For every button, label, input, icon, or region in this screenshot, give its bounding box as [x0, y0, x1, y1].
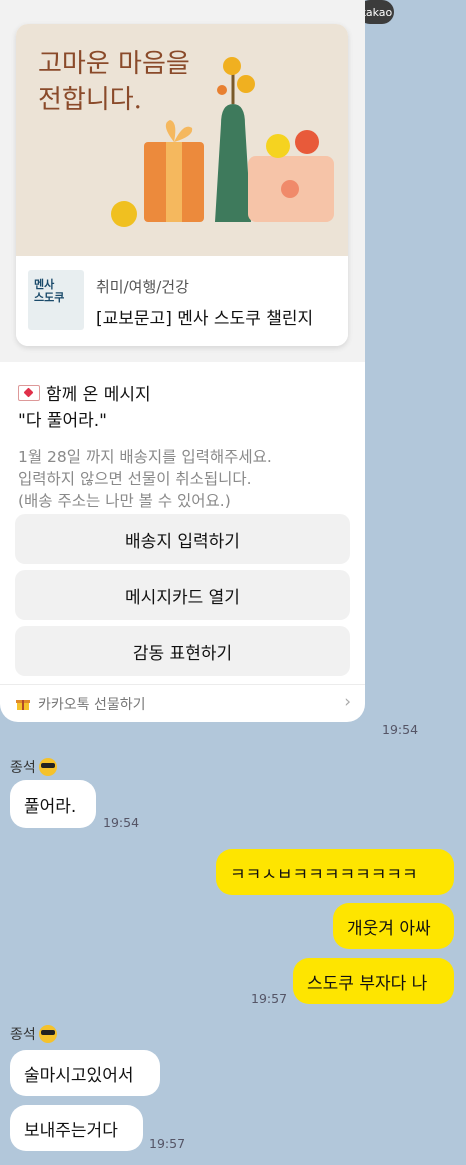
gift-message-card[interactable]: 고마운 마음을 전합니다. 멘사 스도쿠 취미/여행/건강 [교보문고] 멘사 …: [0, 0, 365, 722]
timestamp: 19:57: [149, 1136, 186, 1151]
gift-box-icon: [16, 700, 30, 710]
envelope-heart-icon: [18, 384, 40, 401]
product-thumbnail: 멘사 스도쿠: [28, 270, 84, 330]
timestamp: 19:54: [382, 722, 419, 737]
chat-bubble-sent[interactable]: 개웃겨 아싸: [333, 903, 454, 949]
chat-bubble-sent[interactable]: 스도쿠 부자다 나: [293, 958, 454, 1004]
product-info[interactable]: 멘사 스도쿠 취미/여행/건강 [교보문고] 멘사 스도쿠 챌린지: [16, 256, 348, 346]
sender-name: 종석: [10, 1024, 57, 1044]
chat-bubble-received[interactable]: 보내주는거다: [10, 1105, 143, 1151]
product-name: [교보문고] 멘사 스도쿠 챌린지: [96, 309, 314, 329]
chat-bubble-sent[interactable]: ㅋㅋㅅㅂㅋㅋㅋㅋㅋㅋㅋㅋ: [216, 849, 454, 895]
timestamp: 19:57: [251, 991, 288, 1006]
enter-address-button[interactable]: 배송지 입력하기: [15, 514, 350, 564]
sunglasses-emoji-icon: [38, 758, 57, 776]
gift-illustration: 고마운 마음을 전합니다.: [16, 24, 348, 256]
sunglasses-emoji-icon: [38, 1025, 57, 1043]
gift-boxes-illustration: [111, 57, 334, 227]
chevron-right-icon: ›: [344, 692, 351, 712]
delivery-notice: 1월 28일 까지 배송지를 입력해주세요. 입력하지 않으면 선물이 취소됩니…: [18, 448, 272, 510]
message-header: 함께 온 메시지: [18, 380, 151, 405]
express-thanks-button[interactable]: 감동 표현하기: [15, 626, 350, 676]
gift-poster[interactable]: 고마운 마음을 전합니다. 멘사 스도쿠 취미/여행/건강 [교보문고] 멘사 …: [16, 24, 348, 346]
chat-bubble-received[interactable]: 풀어라.: [10, 780, 96, 828]
sender-name: 종석: [10, 757, 57, 777]
gift-footer-label: 카카오톡 선물하기: [38, 697, 146, 713]
chat-bubble-received[interactable]: 술마시고있어서: [10, 1050, 160, 1096]
message-quote: "다 풀어라.": [18, 411, 108, 431]
timestamp: 19:54: [103, 815, 140, 830]
gift-card-header: 고마운 마음을 전합니다. 멘사 스도쿠 취미/여행/건강 [교보문고] 멘사 …: [0, 0, 365, 362]
open-message-card-button[interactable]: 메시지카드 열기: [15, 570, 350, 620]
product-category: 취미/여행/건강: [96, 278, 189, 296]
gift-footer-link[interactable]: 카카오톡 선물하기 ›: [0, 684, 365, 723]
